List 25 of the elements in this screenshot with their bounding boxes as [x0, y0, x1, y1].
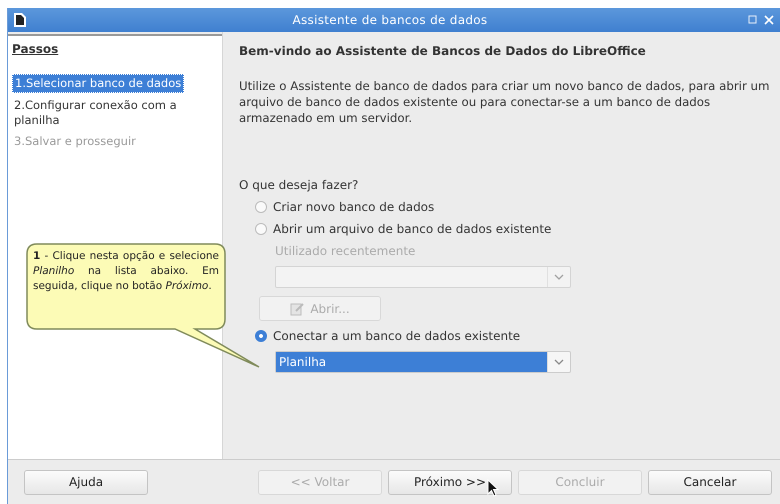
step-item[interactable]: 2.Configurar conexão com a planilha — [12, 97, 216, 129]
page-heading: Bem-vindo ao Assistente de Bancos de Dados do LibreOffice — [239, 44, 647, 58]
radio-button[interactable] — [255, 223, 267, 235]
window-title: Assistente de bancos de dados — [292, 13, 488, 27]
step-item[interactable]: 1.Selecionar banco de dados — [12, 74, 184, 93]
window-controls-icon[interactable] — [748, 15, 774, 25]
chevron-down-icon — [554, 358, 564, 366]
radio-option[interactable]: Conectar a um banco de dados existente — [255, 329, 520, 343]
radio-button[interactable] — [255, 201, 267, 213]
document-icon — [290, 302, 304, 316]
field-label: Utilizado recentemente — [275, 244, 416, 258]
dialog-button[interactable]: Cancelar — [648, 470, 772, 494]
radio-option[interactable]: Abrir um arquivo de banco de dados existente — [255, 222, 552, 236]
document-icon — [12, 12, 28, 28]
dialog-button[interactable]: Ajuda — [24, 470, 148, 494]
dialog-button[interactable]: Próximo >> — [388, 470, 512, 494]
callout-text: 1 - Clique nesta opção e selecione Planilho na lista abaixo. Em seguida, clique no botão Próximo. — [33, 249, 219, 294]
radio-option[interactable]: Criar novo banco de dados — [255, 200, 434, 214]
radio-button[interactable] — [255, 330, 267, 342]
steps-title: Passos — [12, 42, 58, 56]
chevron-down-icon — [554, 273, 564, 281]
intro-text: Utilize o Assistente de banco de dados para criar um novo banco de dados, para abrir um arquivo de banco de dados existente ou para conectar-se a um banco de dados armazenado em um servidor. — [239, 78, 771, 126]
dropdown-field[interactable]: Planilha — [275, 351, 571, 373]
cursor-icon — [487, 479, 499, 497]
question-label: O que deseja fazer? — [239, 178, 360, 192]
